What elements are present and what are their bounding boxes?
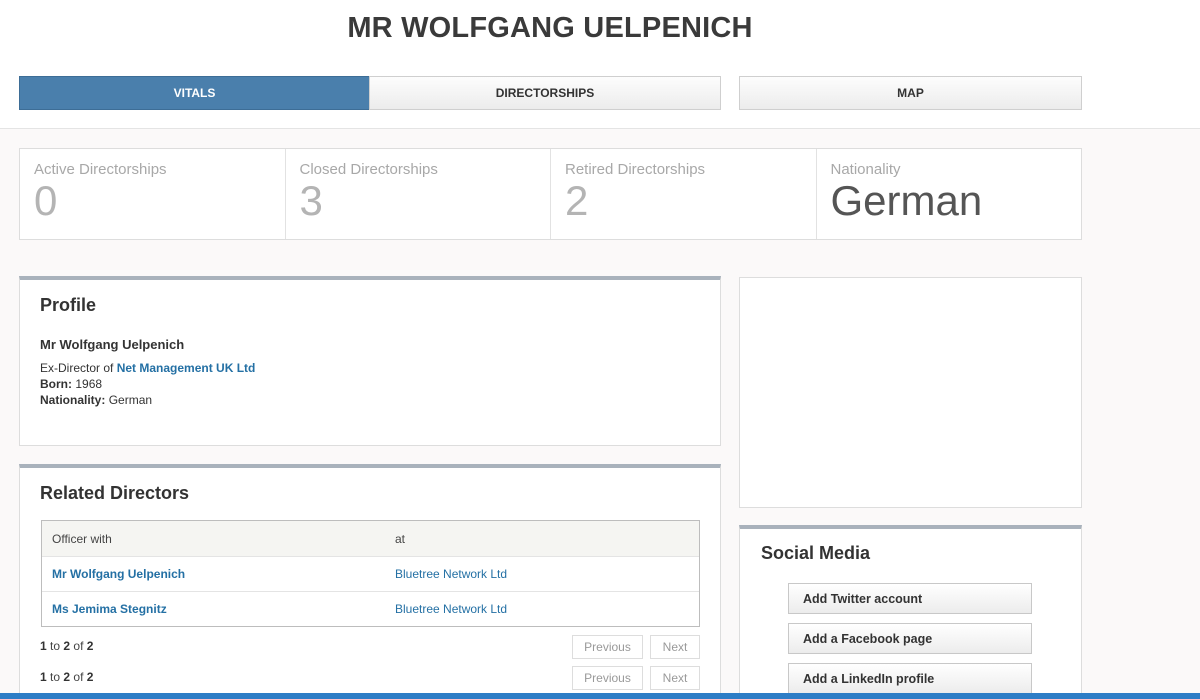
stats-bar: Active Directorships 0 Closed Directorsh… — [19, 148, 1082, 240]
table-row: Ms Jemima Stegnitz Bluetree Network Ltd — [42, 591, 699, 626]
pager-from: 1 — [40, 639, 47, 653]
bottom-bar — [0, 693, 1200, 699]
pager-of-word: of — [73, 670, 84, 684]
stat-nationality: Nationality German — [817, 149, 1082, 239]
profile-title: Profile — [40, 295, 97, 315]
previous-button-bottom[interactable]: Previous — [572, 666, 643, 690]
previous-button[interactable]: Previous — [572, 635, 643, 659]
pager-total: 2 — [86, 670, 94, 684]
born-label: Born: — [40, 377, 72, 391]
pager-info: 1 to 2 of 2 — [40, 639, 93, 653]
nationality-value: German — [108, 393, 153, 407]
column-header-at: at — [395, 531, 406, 546]
pager-of-word: of — [73, 639, 84, 653]
map-preview-panel — [739, 277, 1082, 508]
stat-value: 3 — [299, 177, 323, 224]
profile-details: Ex-Director of Net Management UK Ltd Bor… — [40, 360, 255, 408]
table-header-row: Officer with at — [42, 521, 699, 556]
tab-directorships[interactable]: DIRECTORSHIPS — [369, 76, 721, 110]
company-link[interactable]: Bluetree Network Ltd — [395, 567, 507, 581]
ex-director-line: Ex-Director of Net Management UK Ltd — [40, 360, 255, 376]
stat-closed-directorships: Closed Directorships 3 — [286, 149, 551, 239]
related-directors-title: Related Directors — [40, 483, 190, 503]
social-media-title: Social Media — [761, 543, 871, 563]
tab-vitals[interactable]: VITALS — [19, 76, 370, 110]
next-button-bottom[interactable]: Next — [650, 666, 700, 690]
company-link[interactable]: Bluetree Network Ltd — [395, 602, 507, 616]
born-line: Born: 1968 — [40, 376, 255, 392]
add-linkedin-button[interactable]: Add a LinkedIn profile — [788, 663, 1032, 694]
pager-to: 2 — [63, 670, 71, 684]
table-row: Mr Wolfgang Uelpenich Bluetree Network L… — [42, 556, 699, 591]
pager-to-word: to — [50, 670, 61, 684]
stat-active-directorships: Active Directorships 0 — [20, 149, 286, 239]
next-button[interactable]: Next — [650, 635, 700, 659]
pager-from: 1 — [40, 670, 47, 684]
stat-value: 2 — [565, 177, 589, 224]
stat-label: Active Directorships — [34, 161, 167, 178]
page-title: MR WOLFGANG UELPENICH — [347, 12, 753, 44]
social-media-panel: Social Media Add Twitter account Add a F… — [739, 525, 1082, 699]
tab-map[interactable]: MAP — [739, 76, 1082, 110]
stat-value: German — [830, 177, 983, 224]
officer-link[interactable]: Ms Jemima Stegnitz — [52, 602, 167, 616]
stat-label: Nationality — [830, 161, 901, 178]
pager-info-bottom: 1 to 2 of 2 — [40, 670, 93, 684]
profile-name: Mr Wolfgang Uelpenich — [40, 337, 185, 352]
related-directors-panel: Related Directors Officer with at Mr Wol… — [19, 464, 721, 699]
stat-label: Closed Directorships — [299, 161, 438, 178]
column-header-officer: Officer with — [52, 531, 112, 546]
stat-value: 0 — [34, 177, 58, 224]
nationality-line: Nationality: German — [40, 392, 255, 408]
pager-to: 2 — [63, 639, 71, 653]
stat-label: Retired Directorships — [565, 161, 706, 178]
company-link[interactable]: Net Management UK Ltd — [117, 361, 256, 375]
add-twitter-button[interactable]: Add Twitter account — [788, 583, 1032, 614]
ex-director-prefix: Ex-Director of — [40, 361, 114, 375]
pager-total: 2 — [86, 639, 94, 653]
officer-link[interactable]: Mr Wolfgang Uelpenich — [52, 567, 185, 581]
add-facebook-button[interactable]: Add a Facebook page — [788, 623, 1032, 654]
nationality-label: Nationality: — [40, 393, 106, 407]
profile-panel: Profile Mr Wolfgang Uelpenich Ex-Directo… — [19, 276, 721, 446]
stat-retired-directorships: Retired Directorships 2 — [551, 149, 817, 239]
pager-to-word: to — [50, 639, 61, 653]
related-directors-table: Officer with at Mr Wolfgang Uelpenich Bl… — [41, 520, 700, 627]
born-value: 1968 — [75, 377, 103, 391]
